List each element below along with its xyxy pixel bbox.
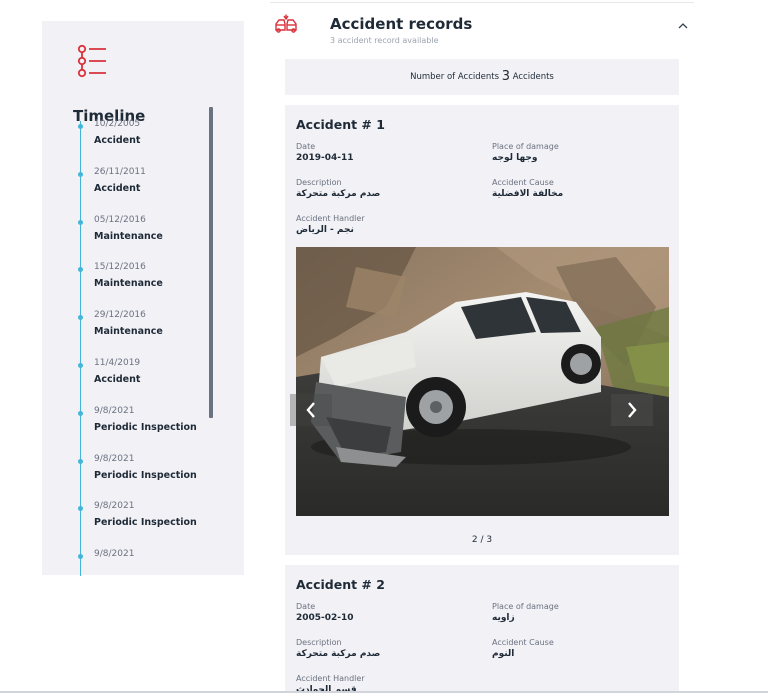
timeline-event: Maintenance xyxy=(94,278,163,289)
timeline-date: 11/4/2019 xyxy=(94,358,141,368)
handler-value: نجم - الرياض xyxy=(296,225,354,235)
section-divider xyxy=(270,2,694,3)
timeline-item[interactable]: 9/8/2021 Periodic Inspection xyxy=(42,454,212,494)
date-label: Date xyxy=(296,602,316,611)
timeline-date: 05/12/2016 xyxy=(94,215,146,225)
timeline-dot xyxy=(78,506,83,511)
section-title: Accident records xyxy=(330,15,473,33)
description-label: Description xyxy=(296,178,342,187)
timeline-item[interactable]: 9/8/2021 Periodic Inspection xyxy=(42,501,212,541)
timeline-date: 9/8/2021 xyxy=(94,406,135,416)
timeline-dot xyxy=(78,172,83,177)
description-value: صدم مركبة متحركة xyxy=(296,649,381,659)
accident-count-unit: Accidents xyxy=(512,72,554,82)
timeline-dot xyxy=(78,554,83,559)
cause-label: Accident Cause xyxy=(492,178,554,187)
photo-pager: 2 / 3 xyxy=(471,535,493,545)
timeline-date: 9/8/2021 xyxy=(94,501,135,511)
timeline-item[interactable]: 05/12/2016 Maintenance xyxy=(42,215,212,255)
list-timeline-icon xyxy=(77,44,106,78)
cause-label: Accident Cause xyxy=(492,638,554,647)
place-label: Place of damage xyxy=(492,142,559,151)
car-crash-icon xyxy=(275,14,297,33)
handler-label: Accident Handler xyxy=(296,214,365,223)
timeline-dot xyxy=(78,267,83,272)
place-label: Place of damage xyxy=(492,602,559,611)
timeline-item[interactable]: 29/12/2016 Maintenance xyxy=(42,310,212,350)
section-subtitle: 3 accident record available xyxy=(330,36,439,45)
timeline-event: Maintenance xyxy=(94,326,163,337)
date-value: 2019-04-11 xyxy=(296,153,354,163)
timeline-item[interactable]: 26/11/2011 Accident xyxy=(42,167,212,207)
accident-count-bar: Number of Accidents 3 Accidents xyxy=(285,59,679,95)
photo-prev-button[interactable] xyxy=(290,394,332,426)
timeline-dot xyxy=(78,411,83,416)
timeline-date: 9/8/2021 xyxy=(94,549,135,559)
timeline-dot xyxy=(78,315,83,320)
cause-value: مخالفة الافضلية xyxy=(492,189,564,199)
timeline-item[interactable]: 10/2/2005 Accident xyxy=(42,119,212,159)
chevron-right-icon xyxy=(628,402,637,418)
chevron-up-icon[interactable] xyxy=(676,20,690,32)
accident-count-label: Number of Accidents xyxy=(410,72,500,82)
timeline-dot xyxy=(78,459,83,464)
timeline-item[interactable]: 11/4/2019 Accident xyxy=(42,358,212,398)
timeline-dot xyxy=(78,124,83,129)
accident-card: Accident # 1 Date 2019-04-11 Place of da… xyxy=(285,105,679,555)
accident-count-value: 3 xyxy=(501,69,510,84)
date-label: Date xyxy=(296,142,316,151)
timeline-item[interactable]: 9/8/2021 xyxy=(42,549,212,589)
description-value: صدم مركبة متحركة xyxy=(296,189,381,199)
accident-photo xyxy=(296,247,669,516)
timeline-dot xyxy=(78,220,83,225)
place-value: زاويه xyxy=(492,613,515,623)
timeline-dot xyxy=(78,363,83,368)
timeline-item[interactable]: 9/8/2021 Periodic Inspection xyxy=(42,406,212,446)
place-value: وجها لوجه xyxy=(492,153,538,163)
accident-card: Accident # 2 Date 2005-02-10 Place of da… xyxy=(285,565,679,693)
date-value: 2005-02-10 xyxy=(296,613,354,623)
accident-title: Accident # 1 xyxy=(296,117,385,132)
timeline-event: Accident xyxy=(94,374,141,385)
photo-next-button[interactable] xyxy=(611,394,653,426)
cause-value: النوم xyxy=(492,649,515,659)
timeline-date: 26/11/2011 xyxy=(94,167,146,177)
timeline-event: Maintenance xyxy=(94,231,163,242)
timeline-event: Periodic Inspection xyxy=(94,517,197,528)
timeline-item[interactable]: 15/12/2016 Maintenance xyxy=(42,262,212,302)
accident-title: Accident # 2 xyxy=(296,577,385,592)
description-label: Description xyxy=(296,638,342,647)
timeline-date: 10/2/2005 xyxy=(94,119,141,129)
timeline-event: Accident xyxy=(94,135,141,146)
timeline-date: 9/8/2021 xyxy=(94,454,135,464)
timeline-panel: Timeline 10/2/2005 Accident 26/11/2011 A… xyxy=(42,21,244,576)
timeline-event: Accident xyxy=(94,183,141,194)
timeline-date: 15/12/2016 xyxy=(94,262,146,272)
timeline-event: Periodic Inspection xyxy=(94,422,197,433)
timeline-event: Periodic Inspection xyxy=(94,470,197,481)
chevron-left-icon xyxy=(306,402,315,418)
timeline-date: 29/12/2016 xyxy=(94,310,146,320)
handler-label: Accident Handler xyxy=(296,674,365,683)
